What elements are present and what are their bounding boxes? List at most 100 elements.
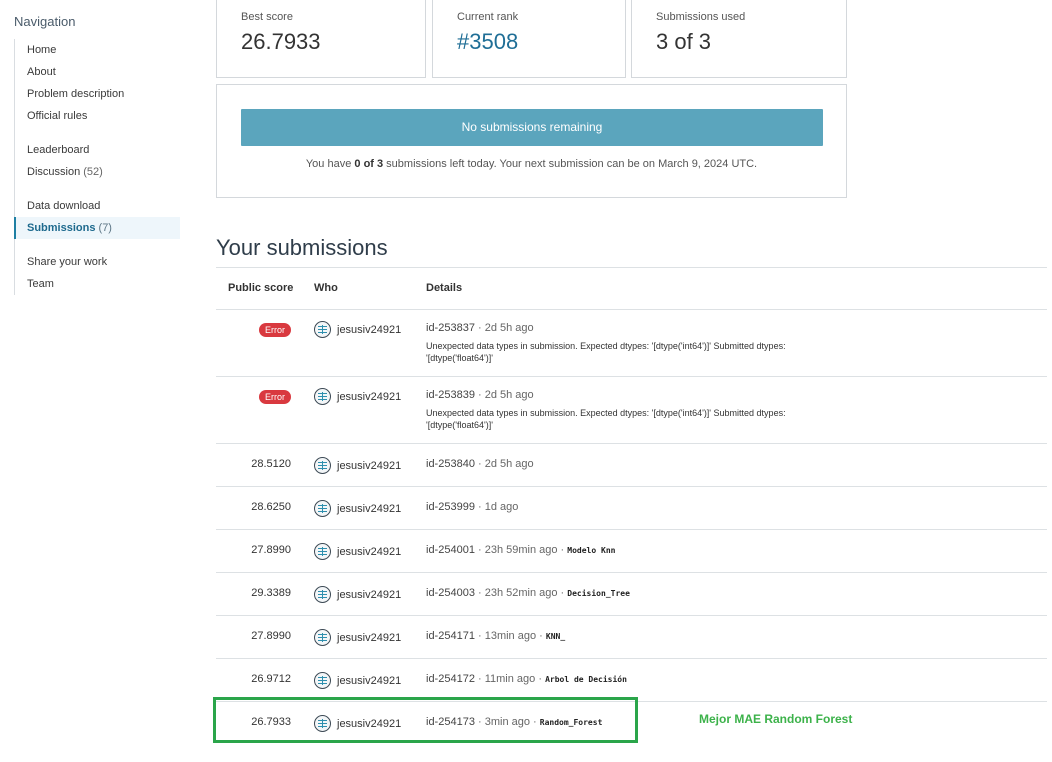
nav-group: Leaderboard Discussion (52) xyxy=(15,139,180,183)
submission-id: id-254003 xyxy=(426,587,475,599)
public-score: 27.8990 xyxy=(251,544,291,556)
submission-id: id-253840 xyxy=(426,458,475,470)
submitter-name: jesusiv24921 xyxy=(337,459,402,472)
public-score: 28.6250 xyxy=(251,501,291,513)
sidebar-item-home[interactable]: Home xyxy=(15,39,180,61)
sidebar-item-discussion[interactable]: Discussion (52) xyxy=(15,161,180,183)
submitter[interactable]: jesusiv24921 xyxy=(314,500,401,517)
sidebar-item-about[interactable]: About xyxy=(15,61,180,83)
sidebar-item-share-your-work[interactable]: Share your work xyxy=(15,251,180,273)
public-score: 28.5120 xyxy=(251,458,291,470)
sidebar-item-label: Home xyxy=(27,44,57,56)
sidebar-item-data-download[interactable]: Data download xyxy=(15,195,180,217)
nav-group: Data download Submissions (7) xyxy=(14,195,180,239)
error-badge: Error xyxy=(259,390,291,404)
submitter[interactable]: jesusiv24921 xyxy=(314,672,401,689)
sidebar-item-problem-description[interactable]: Problem description xyxy=(15,83,180,105)
sidebar-item-label: Share your work xyxy=(27,256,108,268)
best-score-label: Best score xyxy=(241,11,293,23)
note-count: 0 of 3 xyxy=(354,158,384,170)
submission-id: id-254171 xyxy=(426,630,475,642)
sidebar-item-label: Data download xyxy=(27,200,101,212)
submission-details: id-254171 · 13min ago · KNN_ xyxy=(426,630,565,642)
submitter[interactable]: jesusiv24921 xyxy=(314,586,401,603)
header-who: Who xyxy=(314,282,338,294)
sidebar-item-label: Official rules xyxy=(27,110,88,122)
submission-details: id-254172 · 11min ago · Arbol de Decisió… xyxy=(426,673,627,685)
sidebar-item-official-rules[interactable]: Official rules xyxy=(15,105,180,127)
public-score: 27.8990 xyxy=(251,630,291,642)
best-score-card: Best score 26.7933 xyxy=(216,0,426,78)
nav-title: Navigation xyxy=(14,14,76,29)
submission-details: id-253840 · 2d 5h ago xyxy=(426,458,534,470)
submission-description: Modelo Knn xyxy=(567,546,616,555)
header-public-score[interactable]: Public score xyxy=(228,282,293,294)
sidebar-item-count: (7) xyxy=(98,222,112,234)
submitter[interactable]: jesusiv24921 xyxy=(314,321,401,338)
avatar-icon xyxy=(314,500,331,517)
submissions-used-card: Submissions used 3 of 3 xyxy=(631,0,847,78)
submitter-name: jesusiv24921 xyxy=(337,390,402,403)
avatar-icon xyxy=(314,586,331,603)
sidebar-item-label: Discussion xyxy=(27,166,81,178)
submitter[interactable]: jesusiv24921 xyxy=(314,388,401,405)
submissions-used-value: 3 of 3 xyxy=(656,29,712,54)
best-score-value: 26.7933 xyxy=(241,29,321,54)
table-header: Public score Who Details xyxy=(216,267,1047,309)
highlight-box xyxy=(213,697,638,743)
submitter[interactable]: jesusiv24921 xyxy=(314,543,401,560)
submission-details: id-253999 · 1d ago xyxy=(426,501,518,513)
submitter[interactable]: jesusiv24921 xyxy=(314,629,401,646)
sidebar-item-label: Leaderboard xyxy=(27,144,90,156)
error-badge: Error xyxy=(259,323,291,337)
avatar-icon xyxy=(314,672,331,689)
section-title: Your submissions xyxy=(216,235,388,260)
nav-group: Home About Problem description Official rul… xyxy=(15,39,180,127)
error-message: Unexpected data types in submission. Exp… xyxy=(426,341,786,363)
sidebar-item-label: About xyxy=(27,66,56,78)
public-score: 26.9712 xyxy=(251,673,291,685)
submitter[interactable]: jesusiv24921 xyxy=(314,457,401,474)
submission-id: id-254001 xyxy=(426,544,475,556)
submitter-name: jesusiv24921 xyxy=(337,502,402,515)
submitter-name: jesusiv24921 xyxy=(337,631,402,644)
sidebar-item-count: (52) xyxy=(83,166,103,178)
sidebar-item-team[interactable]: Team xyxy=(15,273,180,295)
avatar-icon xyxy=(314,321,331,338)
submission-details: id-253837 · 2d 5h ago xyxy=(426,322,534,334)
table-row: 28.5120 jesusiv24921 id-253840 · 2d 5h ago xyxy=(216,443,1047,486)
submission-time: · 1d ago xyxy=(478,501,519,513)
table-row: 27.8990 jesusiv24921 id-254171 · 13min ago… xyxy=(216,615,1047,658)
error-message: Unexpected data types in submission. Exp… xyxy=(426,408,786,430)
note-suffix: submissions left today. Your next submis… xyxy=(383,158,758,170)
current-rank-label: Current rank xyxy=(457,11,519,23)
submission-time: · 13min ago · xyxy=(478,630,543,642)
table-row: Error jesusiv24921 id-253839 · 2d 5h ago Un… xyxy=(216,376,1047,443)
table-row: 27.8990 jesusiv24921 id-254001 · 23h 59min… xyxy=(216,529,1047,572)
table-row: 28.6250 jesusiv24921 id-253999 · 1d ago xyxy=(216,486,1047,529)
submission-description: Decision_Tree xyxy=(567,589,630,598)
submission-description: Arbol de Decisión xyxy=(545,675,627,684)
submitter-name: jesusiv24921 xyxy=(337,545,402,558)
avatar-icon xyxy=(314,629,331,646)
submission-limit-note: You have 0 of 3 submissions left today. … xyxy=(217,158,846,170)
note-prefix: You have xyxy=(305,158,355,170)
sidebar-item-label: Submissions xyxy=(27,222,96,234)
submission-id: id-254172 xyxy=(426,673,475,685)
sidebar-item-label: Problem description xyxy=(27,88,125,100)
public-score: 29.3389 xyxy=(251,587,291,599)
current-rank-card: Current rank #3508 xyxy=(432,0,626,78)
submission-description: KNN_ xyxy=(545,632,566,641)
submission-id: id-253839 xyxy=(426,389,475,401)
submission-time: · 2d 5h ago xyxy=(478,458,534,470)
current-rank-link[interactable]: #3508 xyxy=(457,29,601,55)
sidebar-item-leaderboard[interactable]: Leaderboard xyxy=(15,139,180,161)
nav-group: Share your work Team xyxy=(15,251,180,295)
submission-id: id-253837 xyxy=(426,322,475,334)
sidebar-nav: Navigation Home About Problem description O… xyxy=(14,14,180,307)
no-submissions-button[interactable]: No submissions remaining xyxy=(241,109,823,146)
sidebar-item-submissions[interactable]: Submissions (7) xyxy=(14,217,180,239)
avatar-icon xyxy=(314,388,331,405)
submissions-table: Public score Who Details Error jesusiv249… xyxy=(216,267,1047,744)
submitter-name: jesusiv24921 xyxy=(337,588,402,601)
